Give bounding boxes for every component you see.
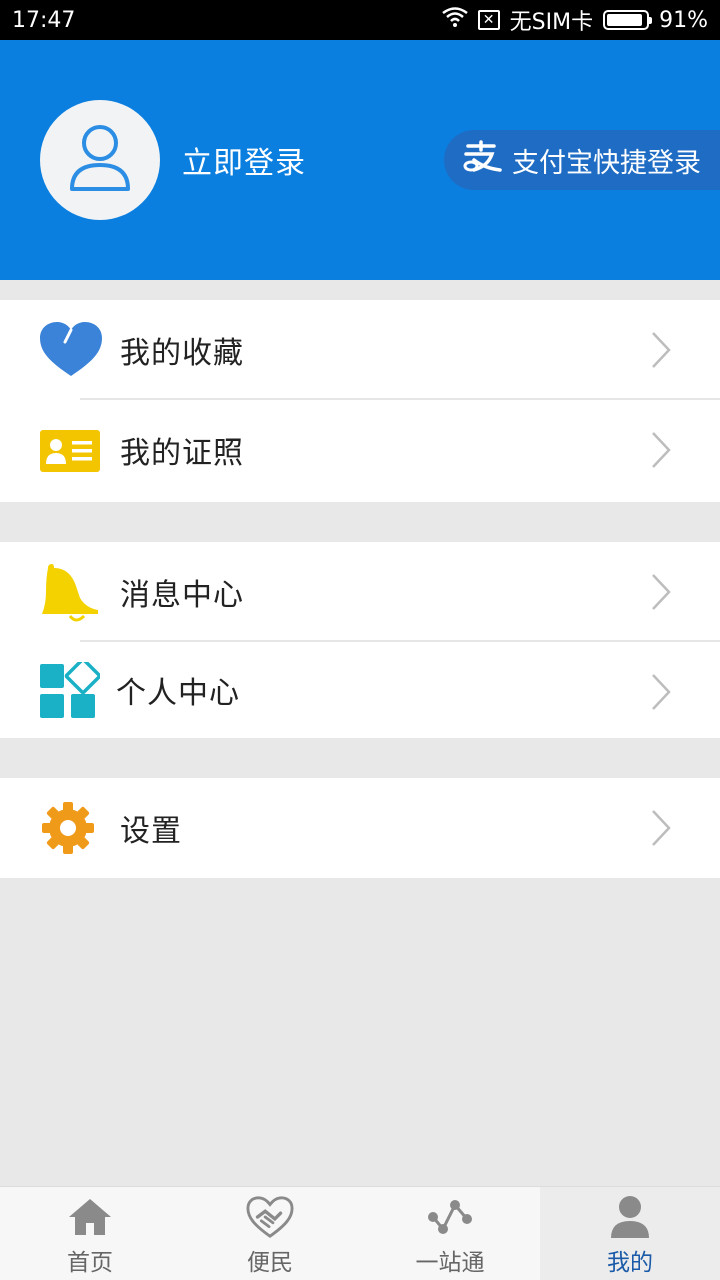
menu-item-messages[interactable]: 消息中心 xyxy=(0,542,720,642)
menu-item-label: 我的收藏 xyxy=(120,336,244,371)
menu-item-label: 我的证照 xyxy=(120,436,244,471)
alipay-login-button[interactable]: 支付宝快捷登录 xyxy=(444,130,720,190)
status-bar: 17:47 ✕ 无SIM卡 91% xyxy=(0,0,720,40)
menu-item-licenses[interactable]: 我的证照 xyxy=(0,400,720,500)
tab-label: 首页 xyxy=(67,1250,113,1276)
status-time: 17:47 xyxy=(12,7,76,33)
alipay-login-label: 支付宝快捷登录 xyxy=(512,147,701,179)
chevron-right-icon xyxy=(650,572,672,612)
chevron-right-icon xyxy=(650,430,672,470)
chevron-right-icon xyxy=(650,672,672,712)
tab-home[interactable]: 首页 xyxy=(0,1187,180,1280)
id-card-icon xyxy=(40,422,100,478)
user-outline-icon xyxy=(68,123,132,197)
gear-icon xyxy=(40,800,100,856)
battery-icon xyxy=(603,10,653,30)
tab-label: 一站通 xyxy=(415,1250,485,1276)
menu-item-label: 个人中心 xyxy=(116,676,240,711)
chevron-right-icon xyxy=(650,330,672,370)
profile-header: 立即登录 支付宝快捷登录 xyxy=(0,40,720,280)
no-sim-icon: ✕ xyxy=(477,10,500,30)
menu-group-2: 消息中心 个人中心 xyxy=(0,542,720,738)
handshake-icon xyxy=(246,1195,294,1239)
menu-item-label: 设置 xyxy=(120,814,182,849)
user-icon xyxy=(606,1195,654,1239)
status-indicators: ✕ 无SIM卡 91% xyxy=(441,4,708,36)
wifi-icon xyxy=(441,7,468,33)
tab-convenience[interactable]: 便民 xyxy=(180,1187,360,1280)
tab-label: 我的 xyxy=(607,1250,653,1276)
battery-level xyxy=(607,14,642,26)
network-icon xyxy=(426,1195,474,1239)
battery-percent: 91% xyxy=(659,7,708,33)
menu-item-settings[interactable]: 设置 xyxy=(0,778,720,878)
menu-group-1: 我的收藏 我的证照 xyxy=(0,300,720,502)
alipay-icon xyxy=(462,139,502,181)
heart-icon xyxy=(40,322,102,378)
home-icon xyxy=(66,1195,114,1239)
avatar[interactable] xyxy=(40,100,160,220)
menu-group-3: 设置 xyxy=(0,778,720,878)
bottom-tab-bar: 首页 便民 一站通 我的 xyxy=(0,1186,720,1280)
login-link[interactable]: 立即登录 xyxy=(182,138,306,182)
menu-item-personal[interactable]: 个人中心 xyxy=(0,642,720,738)
menu-item-label: 消息中心 xyxy=(120,578,244,613)
bell-icon xyxy=(40,564,100,622)
tab-one-stop[interactable]: 一站通 xyxy=(360,1187,540,1280)
menu-item-favorites[interactable]: 我的收藏 xyxy=(0,300,720,400)
tab-mine[interactable]: 我的 xyxy=(540,1187,720,1280)
chevron-right-icon xyxy=(650,808,672,848)
apps-icon xyxy=(40,657,102,718)
tab-label: 便民 xyxy=(247,1250,293,1276)
sim-status: 无SIM卡 xyxy=(509,10,594,35)
